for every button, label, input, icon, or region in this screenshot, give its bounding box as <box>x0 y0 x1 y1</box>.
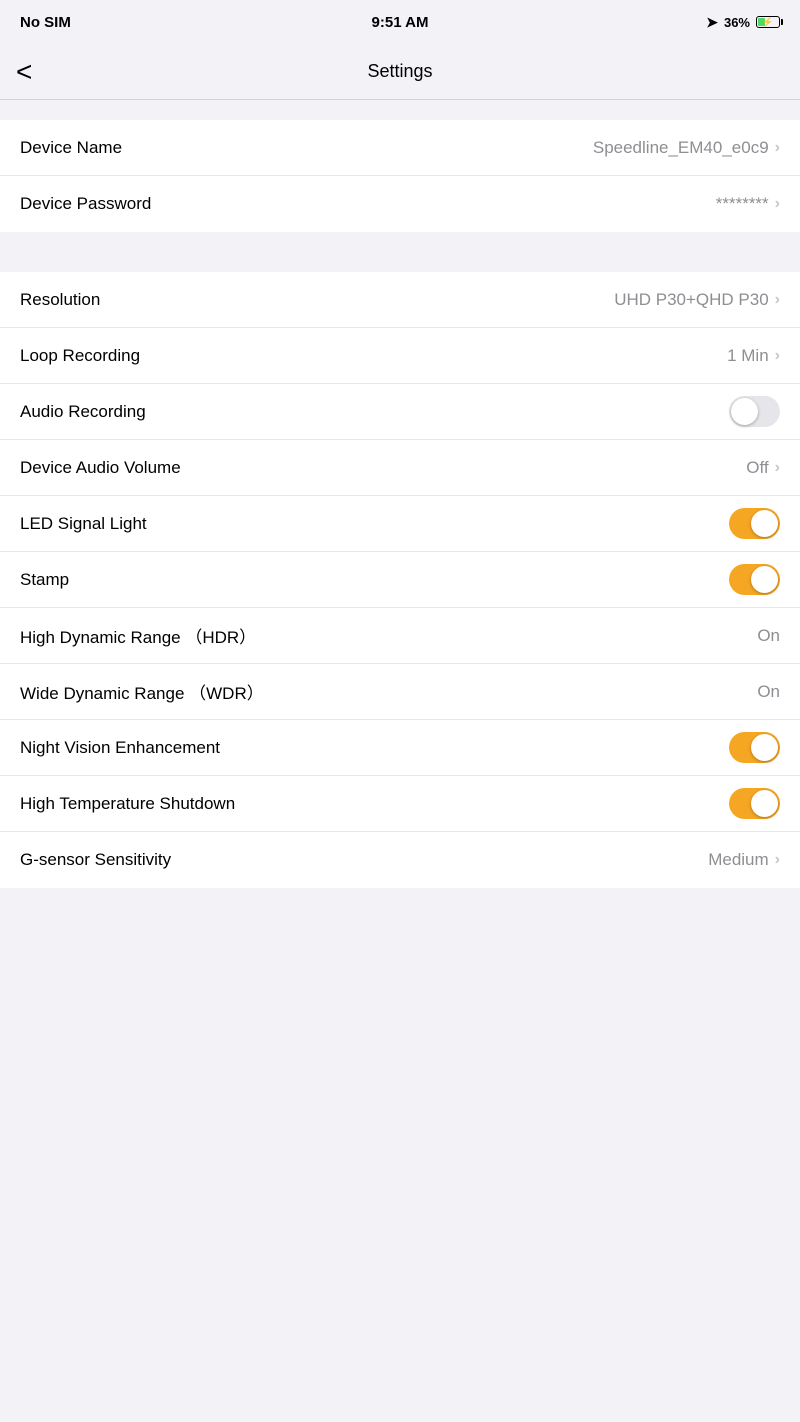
toggle-knob <box>751 790 778 817</box>
high-temp-shutdown-toggle[interactable] <box>729 788 780 819</box>
back-button[interactable]: < <box>16 58 32 86</box>
g-sensor-row[interactable]: G-sensor Sensitivity Medium › <box>0 832 800 888</box>
device-password-label: Device Password <box>20 194 151 214</box>
device-audio-volume-label: Device Audio Volume <box>20 458 181 478</box>
hdr-label: High Dynamic Range （HDR） <box>20 623 256 648</box>
nav-bar: < Settings <box>0 44 800 100</box>
led-signal-light-row: LED Signal Light <box>0 496 800 552</box>
hdr-row[interactable]: High Dynamic Range （HDR） On <box>0 608 800 664</box>
stamp-toggle[interactable] <box>729 564 780 595</box>
resolution-text: UHD P30+QHD P30 <box>614 290 768 310</box>
device-audio-volume-value: Off › <box>746 458 780 478</box>
stamp-label: Stamp <box>20 570 69 590</box>
arrow-icon: ➤ <box>706 14 718 31</box>
wdr-row[interactable]: Wide Dynamic Range （WDR） On <box>0 664 800 720</box>
section-device: Device Name Speedline_EM40_e0c9 › Device… <box>0 120 800 232</box>
high-temp-shutdown-row: High Temperature Shutdown <box>0 776 800 832</box>
page-title: Settings <box>367 61 432 82</box>
stamp-row: Stamp <box>0 552 800 608</box>
status-right: ➤ 36% ⚡ <box>706 14 780 31</box>
wdr-label: Wide Dynamic Range （WDR） <box>20 679 264 704</box>
audio-recording-row: Audio Recording <box>0 384 800 440</box>
bolt-icon: ⚡ <box>762 17 773 28</box>
led-signal-light-label: LED Signal Light <box>20 514 147 534</box>
time-label: 9:51 AM <box>372 14 429 31</box>
resolution-value: UHD P30+QHD P30 › <box>614 290 780 310</box>
device-name-text: Speedline_EM40_e0c9 <box>593 138 769 158</box>
night-vision-row: Night Vision Enhancement <box>0 720 800 776</box>
night-vision-label: Night Vision Enhancement <box>20 738 220 758</box>
chevron-icon: › <box>775 459 780 477</box>
g-sensor-value: Medium › <box>708 850 780 870</box>
high-temp-shutdown-label: High Temperature Shutdown <box>20 794 235 814</box>
device-password-row[interactable]: Device Password ******** › <box>0 176 800 232</box>
chevron-icon: › <box>775 195 780 213</box>
chevron-icon: › <box>775 347 780 365</box>
loop-recording-row[interactable]: Loop Recording 1 Min › <box>0 328 800 384</box>
toggle-knob <box>751 734 778 761</box>
chevron-icon: › <box>775 139 780 157</box>
toggle-knob <box>751 566 778 593</box>
audio-recording-label: Audio Recording <box>20 402 146 422</box>
resolution-row[interactable]: Resolution UHD P30+QHD P30 › <box>0 272 800 328</box>
chevron-icon: › <box>775 851 780 869</box>
device-name-value: Speedline_EM40_e0c9 › <box>593 138 780 158</box>
device-audio-volume-text: Off <box>746 458 768 478</box>
device-password-text: ******** <box>716 194 769 214</box>
resolution-label: Resolution <box>20 290 100 310</box>
chevron-icon: › <box>775 291 780 309</box>
toggle-knob <box>731 398 758 425</box>
night-vision-toggle[interactable] <box>729 732 780 763</box>
loop-recording-label: Loop Recording <box>20 346 140 366</box>
toggle-knob <box>751 510 778 537</box>
device-name-row[interactable]: Device Name Speedline_EM40_e0c9 › <box>0 120 800 176</box>
device-name-label: Device Name <box>20 138 122 158</box>
hdr-text: On <box>757 626 780 646</box>
battery-percent: 36% <box>724 15 750 30</box>
wdr-value: On <box>757 682 780 702</box>
section-recording: Resolution UHD P30+QHD P30 › Loop Record… <box>0 272 800 888</box>
loop-recording-value: 1 Min › <box>727 346 780 366</box>
status-bar: No SIM 9:51 AM ➤ 36% ⚡ <box>0 0 800 44</box>
wdr-text: On <box>757 682 780 702</box>
device-password-value: ******** › <box>716 194 780 214</box>
carrier-label: No SIM <box>20 14 71 31</box>
battery-icon: ⚡ <box>756 16 780 28</box>
hdr-value: On <box>757 626 780 646</box>
g-sensor-label: G-sensor Sensitivity <box>20 850 171 870</box>
device-audio-volume-row[interactable]: Device Audio Volume Off › <box>0 440 800 496</box>
audio-recording-toggle[interactable] <box>729 396 780 427</box>
section-gap-1 <box>0 232 800 252</box>
led-signal-light-toggle[interactable] <box>729 508 780 539</box>
g-sensor-text: Medium <box>708 850 768 870</box>
loop-recording-text: 1 Min <box>727 346 769 366</box>
